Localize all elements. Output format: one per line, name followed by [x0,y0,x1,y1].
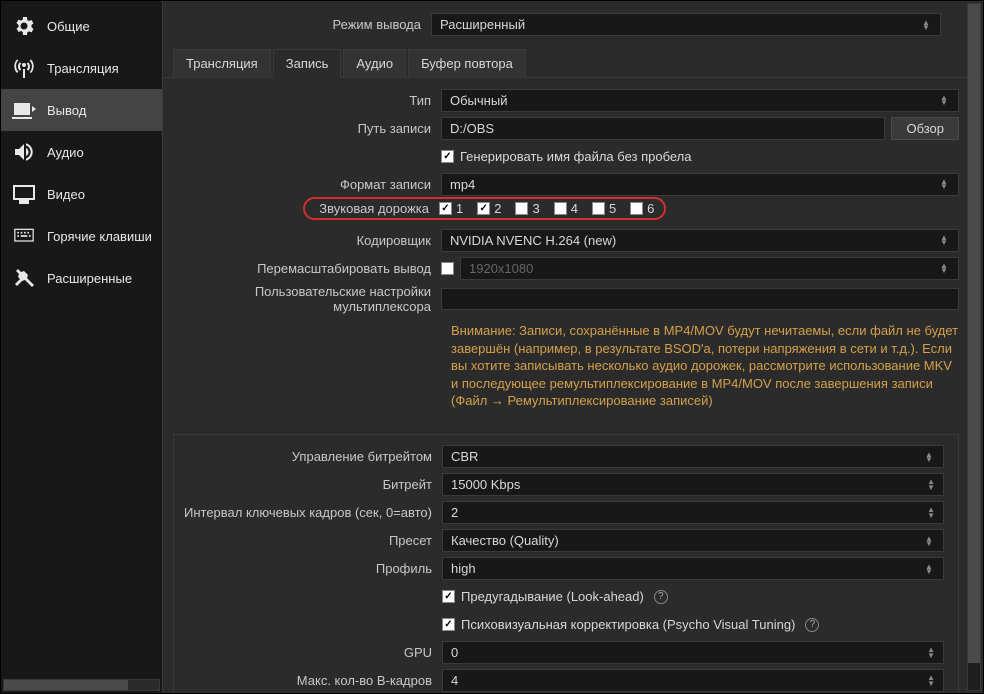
rate-control-select[interactable]: CBR▲▼ [442,445,944,468]
bframes-label: Макс. кол-во B-кадров [174,673,442,688]
format-select[interactable]: mp4 ▲▼ [441,173,959,196]
track-3-checkbox[interactable] [515,202,528,215]
updown-icon: ▲▼ [938,179,950,189]
bitrate-input[interactable]: 15000 Kbps▲▼ [442,473,944,496]
help-icon[interactable]: ? [805,618,819,632]
path-label: Путь записи [173,121,441,136]
lookahead-checkbox[interactable] [442,590,455,603]
updown-icon: ▲▼ [920,20,932,30]
sidebar-item-general[interactable]: Общие [1,5,162,47]
updown-icon: ▲▼ [938,235,950,245]
tab-replay[interactable]: Буфер повтора [408,49,526,78]
rate-control-label: Управление битрейтом [174,449,442,464]
keyint-label: Интервал ключевых кадров (сек, 0=авто) [174,505,442,520]
spinner-icon[interactable]: ▲▼ [927,647,935,659]
preset-select[interactable]: Качество (Quality)▲▼ [442,529,944,552]
sidebar-scrollbar[interactable] [3,679,160,691]
mux-label: Пользовательские настройки мультиплексор… [173,284,441,314]
updown-icon: ▲▼ [923,564,935,574]
updown-icon: ▲▼ [938,263,950,273]
track-2-checkbox[interactable] [477,202,490,215]
sidebar-item-audio[interactable]: Аудио [1,131,162,173]
output-mode-label: Режим вывода [163,17,431,32]
warning-text: Внимание: Записи, сохранённые в MP4/MOV … [173,318,959,418]
sidebar-item-label: Горячие клавиши [47,229,152,244]
output-mode-select[interactable]: Расширенный ▲▼ [431,13,941,36]
monitor-icon [11,181,37,207]
sidebar-item-output[interactable]: Вывод [1,89,162,131]
sidebar-item-label: Вывод [47,103,86,118]
tools-icon [11,265,37,291]
updown-icon: ▲▼ [923,536,935,546]
track-4-checkbox[interactable] [554,202,567,215]
preset-label: Пресет [174,533,442,548]
tracks-label: Звуковая дорожка [307,201,439,216]
output-icon [11,97,37,123]
antenna-icon [11,55,37,81]
sidebar-item-stream[interactable]: Трансляция [1,47,162,89]
output-mode-value: Расширенный [440,17,525,32]
help-icon[interactable]: ? [654,590,668,604]
audio-tracks-highlight: Звуковая дорожка 1 2 3 4 5 6 [303,197,666,220]
tab-audio[interactable]: Аудио [343,49,406,78]
spinner-icon[interactable]: ▲▼ [927,675,935,687]
profile-label: Профиль [174,561,442,576]
rescale-checkbox[interactable] [441,262,454,275]
main-scrollbar[interactable] [967,3,981,691]
track-5-checkbox[interactable] [592,202,605,215]
spinner-icon[interactable]: ▲▼ [927,507,935,519]
generate-filename-checkbox[interactable] [441,150,454,163]
bframes-input[interactable]: 4▲▼ [442,669,944,692]
sidebar: Общие Трансляция Вывод Аудио Видео [1,1,163,693]
track-6-checkbox[interactable] [630,202,643,215]
psycho-checkbox[interactable] [442,618,455,631]
keyint-input[interactable]: 2▲▼ [442,501,944,524]
updown-icon: ▲▼ [938,95,950,105]
rescale-label: Перемасштабировать вывод [173,261,441,276]
sidebar-item-hotkeys[interactable]: Горячие клавиши [1,215,162,257]
generate-filename-label: Генерировать имя файла без пробела [460,149,692,164]
gpu-input[interactable]: 0▲▼ [442,641,944,664]
updown-icon: ▲▼ [923,452,935,462]
tab-record[interactable]: Запись [273,49,342,78]
encoder-label: Кодировщик [173,233,441,248]
encoder-select[interactable]: NVIDIA NVENC H.264 (new) ▲▼ [441,229,959,252]
sidebar-item-video[interactable]: Видео [1,173,162,215]
sidebar-item-label: Трансляция [47,61,119,76]
tabs: Трансляция Запись Аудио Буфер повтора [163,48,983,78]
format-label: Формат записи [173,177,441,192]
psycho-label: Психовизуальная корректировка (Psycho Vi… [461,617,795,632]
track-1-checkbox[interactable] [439,202,452,215]
encoder-settings-box: Управление битрейтом CBR▲▼ Битрейт 15000… [173,434,959,693]
sidebar-item-label: Видео [47,187,85,202]
sidebar-item-advanced[interactable]: Расширенные [1,257,162,299]
type-label: Тип [173,93,441,108]
gpu-label: GPU [174,645,442,660]
tab-stream[interactable]: Трансляция [173,49,271,78]
type-select[interactable]: Обычный ▲▼ [441,89,959,112]
sidebar-item-label: Аудио [47,145,84,160]
spinner-icon[interactable]: ▲▼ [927,479,935,491]
sidebar-item-label: Расширенные [47,271,132,286]
gear-icon [11,13,37,39]
rescale-select[interactable]: 1920x1080 ▲▼ [460,257,959,280]
bitrate-label: Битрейт [174,477,442,492]
profile-select[interactable]: high▲▼ [442,557,944,580]
sidebar-item-label: Общие [47,19,90,34]
mux-input[interactable] [441,288,959,310]
main-panel: Режим вывода Расширенный ▲▼ Трансляция З… [163,1,983,693]
keyboard-icon [11,223,37,249]
browse-button[interactable]: Обзор [891,117,959,140]
path-input[interactable]: D:/OBS [441,117,885,140]
speaker-icon [11,139,37,165]
lookahead-label: Предугадывание (Look-ahead) [461,589,644,604]
